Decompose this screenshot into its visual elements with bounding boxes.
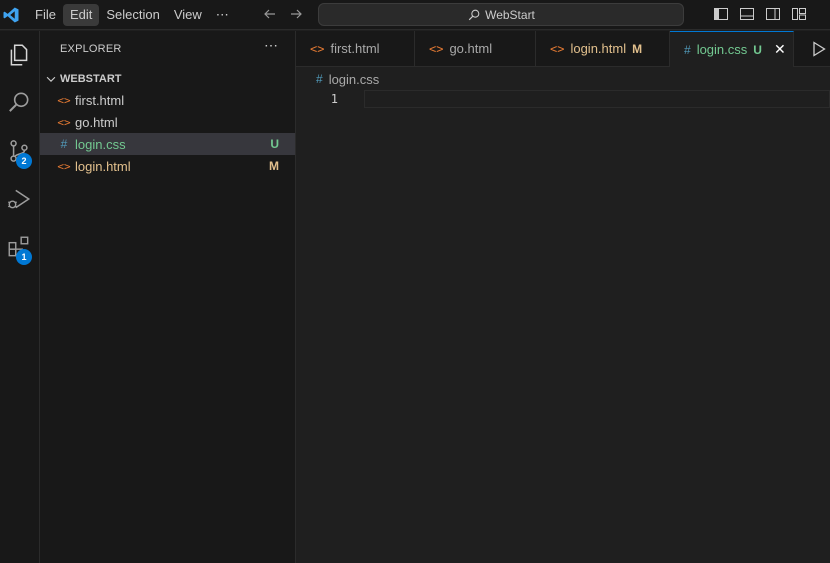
activity-extensions[interactable]: 1 [4, 231, 36, 265]
command-center-text: WebStart [485, 7, 535, 22]
toggle-secondary-sidebar-icon[interactable] [765, 6, 781, 22]
command-center-search[interactable]: WebStart [318, 3, 684, 26]
file-item-go-html[interactable]: <> go.html [40, 111, 295, 133]
tab-go-html[interactable]: <> go.html [415, 31, 536, 66]
git-status-modified: M [269, 159, 279, 173]
files-icon [10, 44, 28, 66]
tab-close-icon[interactable]: ✕ [774, 41, 786, 58]
css-file-icon: # [684, 42, 691, 57]
file-name: first.html [75, 92, 125, 108]
git-status-untracked: U [270, 137, 279, 151]
run-button[interactable] [794, 31, 830, 66]
toggle-primary-sidebar-icon[interactable] [713, 6, 729, 22]
folder-name: WEBSTART [60, 73, 122, 85]
activity-search[interactable] [4, 87, 36, 119]
file-item-first-html[interactable]: <> first.html [40, 89, 295, 111]
file-item-login-css[interactable]: # login.css U [40, 133, 295, 155]
run-debug-icon [8, 189, 31, 209]
breadcrumb: # login.css [316, 70, 379, 88]
customize-layout-icon[interactable] [791, 6, 807, 22]
css-file-icon: # [60, 137, 68, 151]
html-file-icon: <> [57, 115, 71, 129]
css-file-icon: # [316, 72, 323, 86]
html-file-icon: <> [57, 159, 71, 173]
html-file-icon: <> [429, 41, 444, 56]
tab-status-modified: M [632, 41, 643, 56]
tab-label: login.css [696, 42, 748, 57]
breadcrumb-file[interactable]: login.css [329, 72, 380, 87]
menu-view[interactable]: View [167, 4, 209, 26]
activity-source-control[interactable]: 2 [4, 135, 36, 169]
activity-bar: 2 1 [0, 31, 40, 563]
menu-selection[interactable]: Selection [99, 4, 166, 26]
html-file-icon: <> [310, 41, 325, 56]
menu-file[interactable]: File [28, 4, 63, 26]
chevron-down-icon [46, 76, 56, 82]
tab-label: go.html [449, 41, 493, 56]
explorer-sidebar: EXPLORER ⋯ WEBSTART <> first.html <> go.… [40, 31, 296, 563]
file-name: login.css [75, 136, 126, 152]
tab-login-html[interactable]: <> login.html M [536, 31, 670, 66]
tab-status-untracked: U [753, 42, 762, 57]
folder-webstart[interactable]: WEBSTART [40, 69, 295, 89]
vscode-logo-icon[interactable] [2, 6, 20, 24]
toggle-panel-icon[interactable] [739, 6, 755, 22]
navigation-arrows [262, 6, 304, 22]
activity-explorer[interactable] [4, 39, 36, 71]
editor-current-line[interactable] [364, 90, 830, 108]
explorer-title: EXPLORER [60, 43, 122, 55]
title-bar: File Edit Selection View ⋯ WebStart [0, 0, 830, 30]
arrow-left-icon[interactable] [262, 6, 278, 22]
explorer-more-actions-button[interactable]: ⋯ [264, 37, 278, 54]
menu-bar: File Edit Selection View ⋯ [28, 4, 236, 26]
play-icon [813, 41, 826, 57]
editor-tabs: <> first.html <> go.html <> login.html M… [296, 31, 830, 67]
file-name: go.html [75, 114, 118, 130]
menu-more[interactable]: ⋯ [209, 4, 236, 26]
tab-login-css[interactable]: # login.css U ✕ [670, 31, 794, 67]
arrow-right-icon[interactable] [288, 6, 304, 22]
activity-run-debug[interactable] [4, 183, 36, 215]
tab-label: first.html [330, 41, 380, 56]
search-icon [9, 92, 29, 112]
file-item-login-html[interactable]: <> login.html M [40, 155, 295, 177]
html-file-icon: <> [57, 93, 71, 107]
html-file-icon: <> [550, 41, 565, 56]
file-name: login.html [75, 158, 131, 174]
menu-edit[interactable]: Edit [62, 4, 100, 26]
line-number: 1 [330, 92, 338, 106]
tab-label: login.html [570, 41, 627, 56]
tab-first-html[interactable]: <> first.html [296, 31, 415, 66]
search-icon [468, 9, 480, 20]
source-control-badge: 2 [16, 153, 32, 169]
layout-controls [713, 6, 807, 22]
extensions-badge: 1 [16, 249, 32, 265]
